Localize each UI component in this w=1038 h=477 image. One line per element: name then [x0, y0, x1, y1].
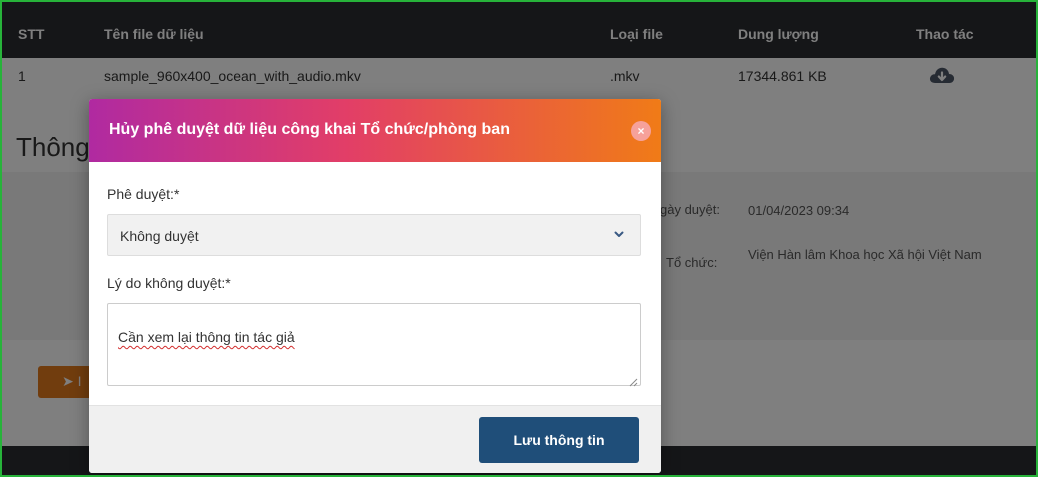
- reject-approval-modal: Hủy phê duyệt dữ liệu công khai Tổ chức/…: [89, 99, 661, 473]
- modal-title: Hủy phê duyệt dữ liệu công khai Tổ chức/…: [109, 121, 510, 138]
- reason-text: Cần xem lại thông tin tác giả: [118, 329, 295, 345]
- approval-label: Phê duyệt:*: [107, 186, 180, 202]
- modal-footer: Lưu thông tin: [89, 405, 661, 473]
- modal-body: Phê duyệt:* Không duyệt Lý do không duyệ…: [89, 162, 661, 405]
- save-button[interactable]: Lưu thông tin: [479, 417, 639, 463]
- app-frame: STT Tên file dữ liệu Loại file Dung lượn…: [0, 0, 1038, 477]
- reason-textarea[interactable]: Cần xem lại thông tin tác giả: [107, 303, 641, 387]
- close-icon[interactable]: ×: [631, 121, 651, 141]
- chevron-down-icon: [612, 227, 626, 241]
- modal-header: Hủy phê duyệt dữ liệu công khai Tổ chức/…: [89, 99, 661, 162]
- approval-select-value: Không duyệt: [120, 228, 199, 244]
- approval-select[interactable]: Không duyệt: [107, 214, 641, 256]
- resize-handle-icon[interactable]: [629, 374, 638, 387]
- reason-label: Lý do không duyệt:*: [107, 275, 231, 291]
